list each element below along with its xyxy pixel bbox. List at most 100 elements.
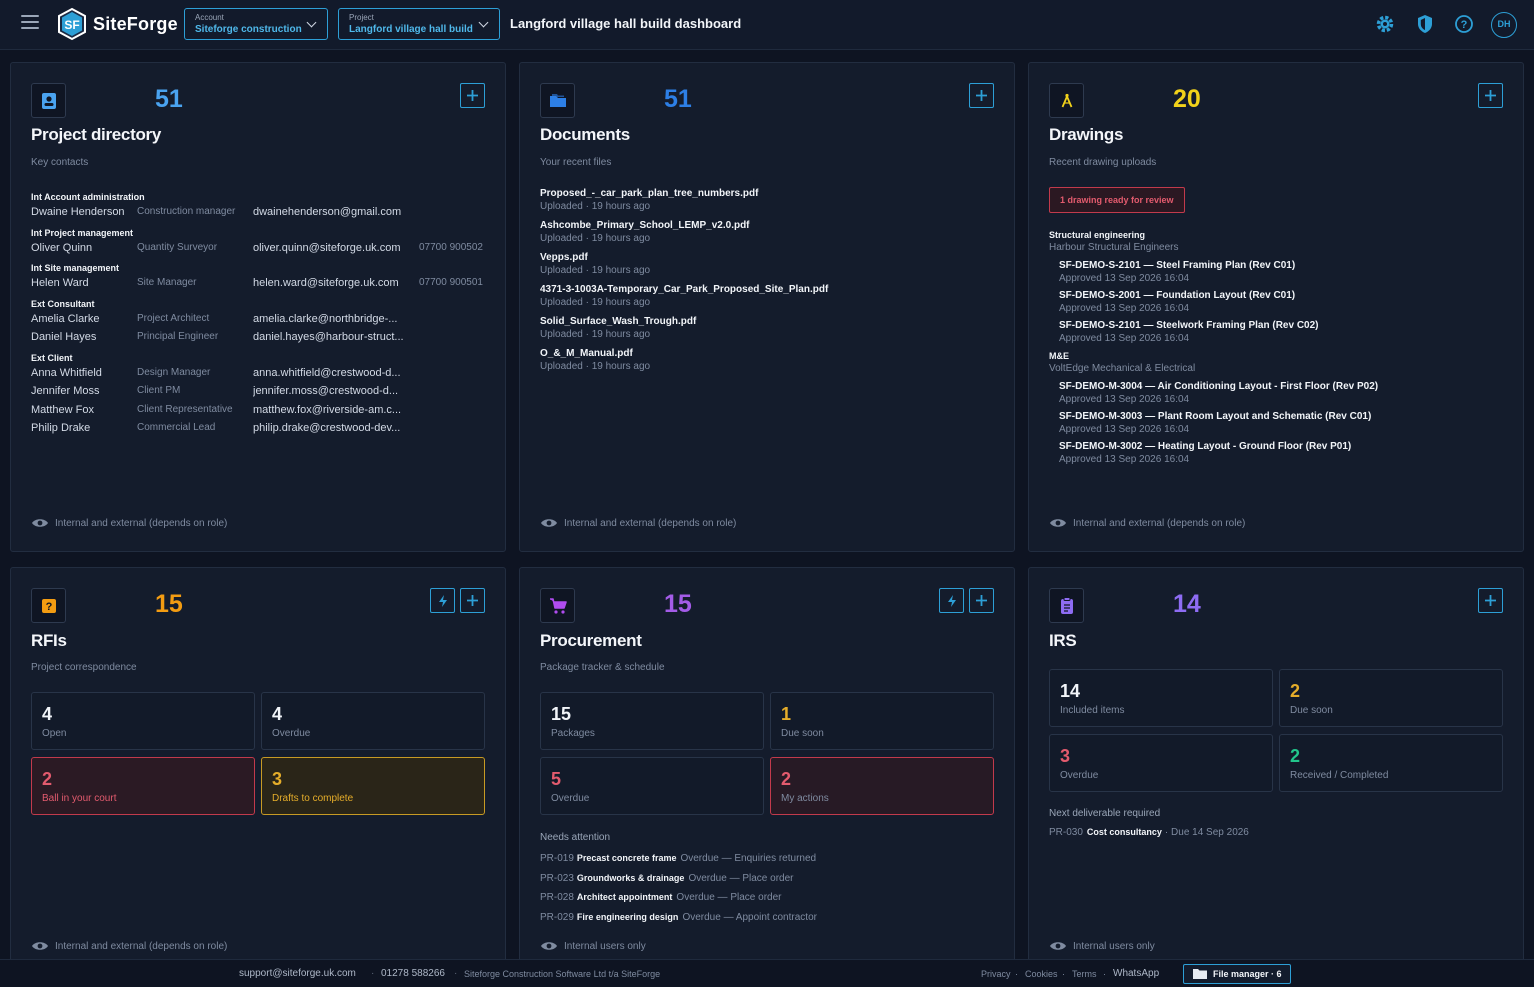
contact-row[interactable]: Oliver Quinn Quantity Surveyor oliver.qu… — [31, 239, 501, 258]
contact-email[interactable]: philip.drake@crestwood-dev... — [253, 419, 411, 438]
list-item[interactable]: PR-030 Cost consultancy · Due 14 Sep 2026 — [1049, 827, 1249, 838]
card-subtitle: Recent drawing uploads — [1049, 157, 1157, 168]
file-name[interactable]: Ashcombe_Primary_School_LEMP_v2.0.pdf — [540, 219, 1000, 232]
add-contact-button[interactable] — [460, 83, 485, 108]
stat-value: 5 — [551, 769, 562, 789]
contact-row[interactable]: Helen Ward Site Manager helen.ward@sitef… — [31, 274, 501, 293]
contact-phone[interactable]: 07700 900501 — [419, 274, 483, 293]
contact-row[interactable]: Jennifer Moss Client PM jennifer.moss@cr… — [31, 382, 501, 401]
drawing-title[interactable]: SF-DEMO-M-3002 — Heating Layout - Ground… — [1059, 440, 1519, 453]
list-item[interactable]: Proposed_-_car_park_plan_tree_numbers.pd… — [540, 187, 1000, 213]
stat-tile-packages[interactable]: 15 Packages — [540, 692, 764, 750]
add-irs-button[interactable] — [1478, 588, 1503, 613]
contact-name: Philip Drake — [31, 422, 91, 434]
contact-email[interactable]: daniel.hayes@harbour-struct... — [253, 328, 411, 347]
cookies-link[interactable]: Cookies — [1025, 969, 1058, 979]
list-item[interactable]: O_&_M_Manual.pdf Uploaded · 19 hours ago — [540, 347, 1000, 373]
add-document-button[interactable] — [969, 83, 994, 108]
stat-tile-overdue[interactable]: 5 Overdue — [540, 757, 764, 815]
quick-action-button[interactable] — [939, 588, 964, 613]
avatar[interactable]: DH — [1491, 12, 1517, 38]
contact-email[interactable]: dwainehenderson@gmail.com — [253, 203, 411, 222]
file-name[interactable]: Vepps.pdf — [540, 251, 1000, 264]
stat-tile-overdue[interactable]: 4 Overdue — [261, 692, 485, 750]
stat-tile-due-soon[interactable]: 1 Due soon — [770, 692, 994, 750]
drawing-title[interactable]: SF-DEMO-S-2001 — Foundation Layout (Rev … — [1059, 289, 1519, 302]
list-item[interactable]: SF-DEMO-S-2001 — Foundation Layout (Rev … — [1049, 289, 1519, 315]
list-item[interactable]: PR-019 Precast concrete frame Overdue — En… — [540, 849, 1000, 869]
shield-icon[interactable] — [1414, 13, 1436, 35]
contact-email[interactable]: jennifer.moss@crestwood-d... — [253, 382, 411, 401]
card-title: Procurement — [540, 631, 642, 650]
stat-tile-completed[interactable]: 2 Received / Completed — [1279, 734, 1503, 792]
package-status: Overdue — Place order — [688, 872, 794, 884]
whatsapp-link[interactable]: WhatsApp — [1113, 968, 1159, 979]
stat-tile-due-soon[interactable]: 2 Due soon — [1279, 669, 1503, 727]
gear-icon[interactable] — [1374, 13, 1396, 35]
contact-row[interactable]: Matthew Fox Client Representative matthe… — [31, 401, 501, 420]
drawing-title[interactable]: SF-DEMO-M-3003 — Plant Room Layout and S… — [1059, 410, 1519, 423]
list-item[interactable]: SF-DEMO-S-2101 — Steelwork Framing Plan … — [1049, 319, 1519, 345]
list-item[interactable]: SF-DEMO-M-3003 — Plant Room Layout and S… — [1049, 410, 1519, 436]
contact-email[interactable]: anna.whitfield@crestwood-d... — [253, 364, 411, 383]
contact-email[interactable]: amelia.clarke@northbridge-... — [253, 310, 411, 329]
project-selector[interactable]: Project Langford village hall build — [338, 8, 500, 40]
file-name[interactable]: Proposed_-_car_park_plan_tree_numbers.pd… — [540, 187, 1000, 200]
contact-email[interactable]: matthew.fox@riverside-am.c... — [253, 401, 411, 420]
account-label: Account — [195, 13, 224, 22]
contact-row[interactable]: Dwaine Henderson Construction manager dw… — [31, 203, 501, 222]
review-badge[interactable]: 1 drawing ready for review — [1049, 187, 1185, 213]
list-item[interactable]: SF-DEMO-M-3002 — Heating Layout - Ground… — [1049, 440, 1519, 466]
add-rfi-button[interactable] — [460, 588, 485, 613]
package-name[interactable]: Groundworks & drainage — [577, 873, 685, 883]
list-item[interactable]: Ashcombe_Primary_School_LEMP_v2.0.pdf Up… — [540, 219, 1000, 245]
stat-label: Ball in your court — [42, 793, 117, 804]
stat-tile-included[interactable]: 14 Included items — [1049, 669, 1273, 727]
stat-tile-open[interactable]: 4 Open — [31, 692, 255, 750]
stat-tile-my-actions[interactable]: 2 My actions — [770, 757, 994, 815]
contact-row[interactable]: Philip Drake Commercial Lead philip.drak… — [31, 419, 501, 438]
package-name[interactable]: Fire engineering design — [577, 912, 679, 922]
stat-tile-drafts[interactable]: 3 Drafts to complete — [261, 757, 485, 815]
contact-phone[interactable]: 07700 900502 — [419, 239, 483, 258]
list-item[interactable]: SF-DEMO-M-3004 — Air Conditioning Layout… — [1049, 380, 1519, 406]
contact-email[interactable]: helen.ward@siteforge.uk.com — [253, 274, 411, 293]
drawing-title[interactable]: SF-DEMO-M-3004 — Air Conditioning Layout… — [1059, 380, 1519, 393]
list-item[interactable]: SF-DEMO-S-2101 — Steel Framing Plan (Rev… — [1049, 259, 1519, 285]
file-name[interactable]: O_&_M_Manual.pdf — [540, 347, 1000, 360]
list-item[interactable]: Solid_Surface_Wash_Trough.pdf Uploaded ·… — [540, 315, 1000, 341]
file-meta: Uploaded · 19 hours ago — [540, 233, 651, 244]
list-item[interactable]: PR-023 Groundworks & drainage Overdue — Pl… — [540, 869, 1000, 889]
contact-email[interactable]: oliver.quinn@siteforge.uk.com — [253, 239, 411, 258]
logo[interactable]: SF SiteForge — [55, 7, 178, 41]
help-icon[interactable]: ? — [1453, 13, 1475, 35]
contact-row[interactable]: Amelia Clarke Project Architect amelia.c… — [31, 310, 501, 329]
quick-action-button[interactable] — [430, 588, 455, 613]
support-email-link[interactable]: support@siteforge.uk.com — [239, 968, 356, 979]
contact-row[interactable]: Daniel Hayes Principal Engineer daniel.h… — [31, 328, 501, 347]
package-name[interactable]: Architect appointment — [577, 892, 673, 902]
list-item[interactable]: Vepps.pdf Uploaded · 19 hours ago — [540, 251, 1000, 277]
support-phone-link[interactable]: 01278 588266 — [381, 968, 445, 979]
add-package-button[interactable] — [969, 588, 994, 613]
account-selector[interactable]: Account Siteforge construction — [184, 8, 328, 40]
drawing-title[interactable]: SF-DEMO-S-2101 — Steel Framing Plan (Rev… — [1059, 259, 1519, 272]
documents-count: 51 — [664, 85, 692, 113]
file-name[interactable]: Solid_Surface_Wash_Trough.pdf — [540, 315, 1000, 328]
terms-link[interactable]: Terms — [1072, 969, 1097, 979]
drawing-title[interactable]: SF-DEMO-S-2101 — Steelwork Framing Plan … — [1059, 319, 1519, 332]
deliverable-name[interactable]: Cost consultancy — [1087, 827, 1162, 837]
rfis-card: ? 15 RFIs Project correspondence 4 Open … — [10, 567, 506, 967]
list-item[interactable]: 4371-3-1003A-Temporary_Car_Park_Proposed… — [540, 283, 1000, 309]
list-item[interactable]: PR-029 Fire engineering design Overdue — A… — [540, 908, 1000, 928]
menu-icon[interactable] — [21, 15, 39, 29]
add-drawing-button[interactable] — [1478, 83, 1503, 108]
package-name[interactable]: Precast concrete frame — [577, 853, 677, 863]
list-item[interactable]: PR-028 Architect appointment Overdue — Pla… — [540, 888, 1000, 908]
stat-tile-overdue[interactable]: 3 Overdue — [1049, 734, 1273, 792]
contact-row[interactable]: Anna Whitfield Design Manager anna.whitf… — [31, 364, 501, 383]
stat-tile-ball-in-court[interactable]: 2 Ball in your court — [31, 757, 255, 815]
file-name[interactable]: 4371-3-1003A-Temporary_Car_Park_Proposed… — [540, 283, 1000, 296]
privacy-link[interactable]: Privacy — [981, 969, 1011, 979]
file-manager-button[interactable]: File manager · 6 — [1183, 964, 1291, 984]
